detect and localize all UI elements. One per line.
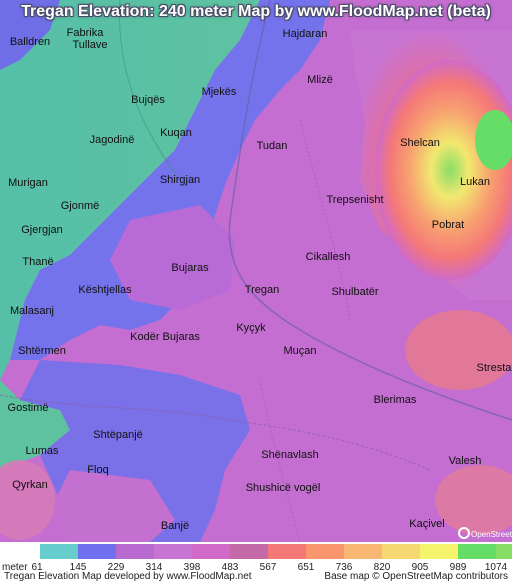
place-label: Kaçivel [409, 518, 445, 530]
legend-swatch [420, 544, 458, 559]
place-label: Mlizë [307, 74, 333, 86]
place-label: Fabrika [66, 27, 104, 39]
place-label: Kyçyk [236, 322, 266, 334]
place-label: Balldren [9, 36, 51, 48]
place-label: Gostimë [7, 402, 49, 414]
place-label: Trepsenisht [326, 194, 384, 206]
place-label: Mjekës [201, 86, 237, 98]
place-label: Bujqës [131, 94, 165, 106]
place-label: Gjergjan [21, 224, 63, 236]
legend-tick-label: 651 [297, 562, 315, 573]
legend-swatch [78, 544, 116, 559]
place-label: Thanë [22, 256, 54, 268]
place-label: Lumas [25, 445, 59, 457]
place-label: Kuqan [160, 127, 192, 139]
place-label: Bujaras [171, 262, 209, 274]
place-label: Hajdaran [282, 28, 328, 40]
legend-swatch [458, 544, 496, 559]
place-label: Tregan [244, 284, 280, 296]
legend-swatch [230, 544, 268, 559]
place-label: Blerimas [373, 394, 417, 406]
place-label: Shtërmen [18, 345, 66, 357]
footer-credit: Tregan Elevation Map developed by www.Fl… [4, 571, 252, 582]
place-label: Tudan [256, 140, 288, 152]
place-label: Shulbatër [331, 286, 379, 298]
watermark-text: OpenStreetMap [471, 530, 512, 539]
magnifier-icon [458, 527, 470, 539]
place-label: Strestan [476, 362, 512, 374]
legend-swatch [40, 544, 78, 559]
legend-swatch [382, 544, 420, 559]
legend-swatch [268, 544, 306, 559]
place-label: Murigan [8, 177, 48, 189]
place-label: Muçan [283, 345, 317, 357]
legend-swatch [306, 544, 344, 559]
elevation-map[interactable] [0, 0, 512, 542]
legend-swatch [154, 544, 192, 559]
footer-attribution: Base map © OpenStreetMap contributors [324, 571, 508, 582]
place-label: Shirgjan [159, 174, 201, 186]
legend-swatch [192, 544, 230, 559]
legend-tick-label: 567 [259, 562, 277, 573]
elevation-legend: meter 61 145 229 314 398 483 567 651 736 820 905 98… [0, 542, 512, 582]
place-label: Shënavlash [261, 449, 319, 461]
place-label: Gjonmë [60, 200, 100, 212]
place-label: Valesh [448, 455, 482, 467]
place-label: Qyrkan [12, 479, 48, 491]
legend-swatch [344, 544, 382, 559]
place-label: Malasanj [9, 305, 55, 317]
legend-swatch [116, 544, 154, 559]
place-label: Lukan [460, 176, 490, 188]
place-label: Shushicë vogël [245, 482, 321, 494]
openstreetmap-watermark: OpenStreetMap [458, 527, 512, 539]
legend-swatch [496, 544, 512, 559]
place-label: Kodër Bujaras [130, 331, 200, 343]
place-label: Kështjellas [78, 284, 132, 296]
place-label: Pobrat [431, 219, 465, 231]
place-label: Banjë [160, 520, 190, 532]
ridge-zone-south [405, 310, 512, 390]
place-label: Shelcan [400, 137, 440, 149]
place-label: Jagodinë [89, 134, 135, 146]
map-title: Tregan Elevation: 240 meter Map by www.F… [21, 3, 491, 20]
place-label: Cikallesh [305, 251, 351, 263]
place-label: Tullave [72, 39, 108, 51]
place-label: Shtëpanjë [93, 429, 143, 441]
place-label: Floq [87, 464, 109, 476]
